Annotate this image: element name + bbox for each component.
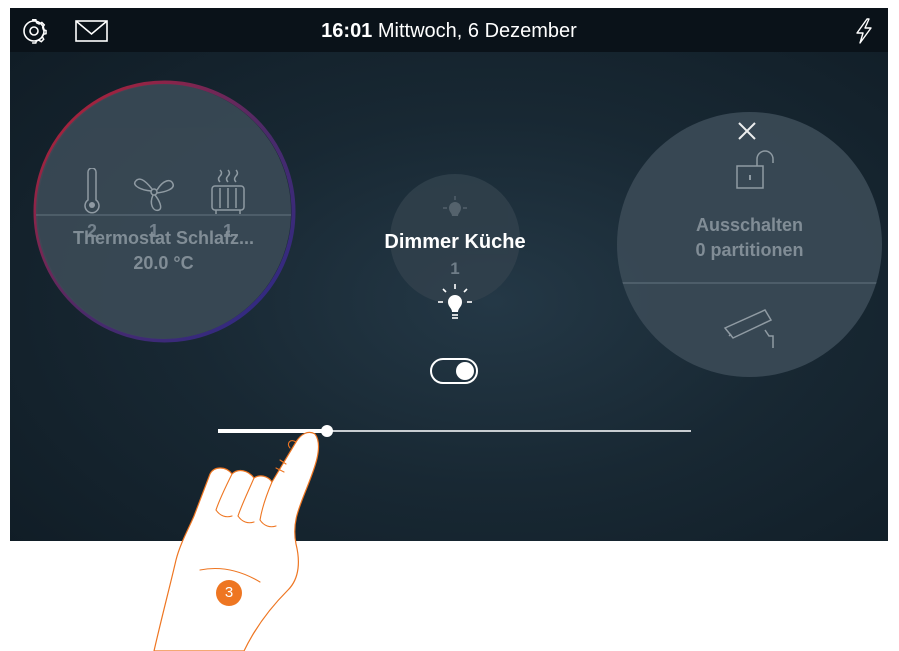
thermostat-info: Thermostat Schlafz... 20.0 °C — [36, 214, 291, 339]
status-bar: 16:01 Mittwoch, 6 Dezember — [10, 8, 888, 52]
dimmer-count: 1 — [450, 259, 460, 278]
alarm-status: Ausschalten — [695, 215, 804, 235]
lightning-icon[interactable] — [850, 17, 878, 45]
thermostat-name: Thermostat Schlafz... — [72, 228, 255, 248]
fan-icon — [131, 170, 177, 219]
pointing-hand-illustration — [153, 431, 320, 651]
step-badge: 3 — [216, 580, 242, 606]
thermostat-temperature: 20.0 °C — [133, 253, 194, 273]
close-icon[interactable] — [736, 120, 758, 147]
thermostat-widget[interactable]: 2 1 1 Thermostat Schlafz... 20.0 °C — [36, 84, 291, 339]
clock-time: 16:01 — [321, 20, 373, 42]
date-time: 16:01 Mittwoch, 6 Dezember — [10, 20, 888, 42]
dimmer-toggle[interactable] — [430, 358, 478, 384]
unlocked-padlock-icon — [733, 148, 779, 197]
security-camera-icon — [721, 306, 781, 357]
lightbulb-icon — [440, 196, 470, 231]
clock-date: Mittwoch, 6 Dezember — [377, 20, 577, 42]
toggle-knob — [456, 362, 474, 380]
alarm-partitions: 0 partitionen — [695, 240, 804, 260]
lightbulb-on-icon — [437, 284, 473, 333]
camera-section[interactable] — [617, 282, 882, 377]
dimmer-name: Dimmer Küche — [384, 231, 526, 253]
alarm-widget[interactable]: Ausschalten 0 partitionen — [617, 112, 882, 377]
